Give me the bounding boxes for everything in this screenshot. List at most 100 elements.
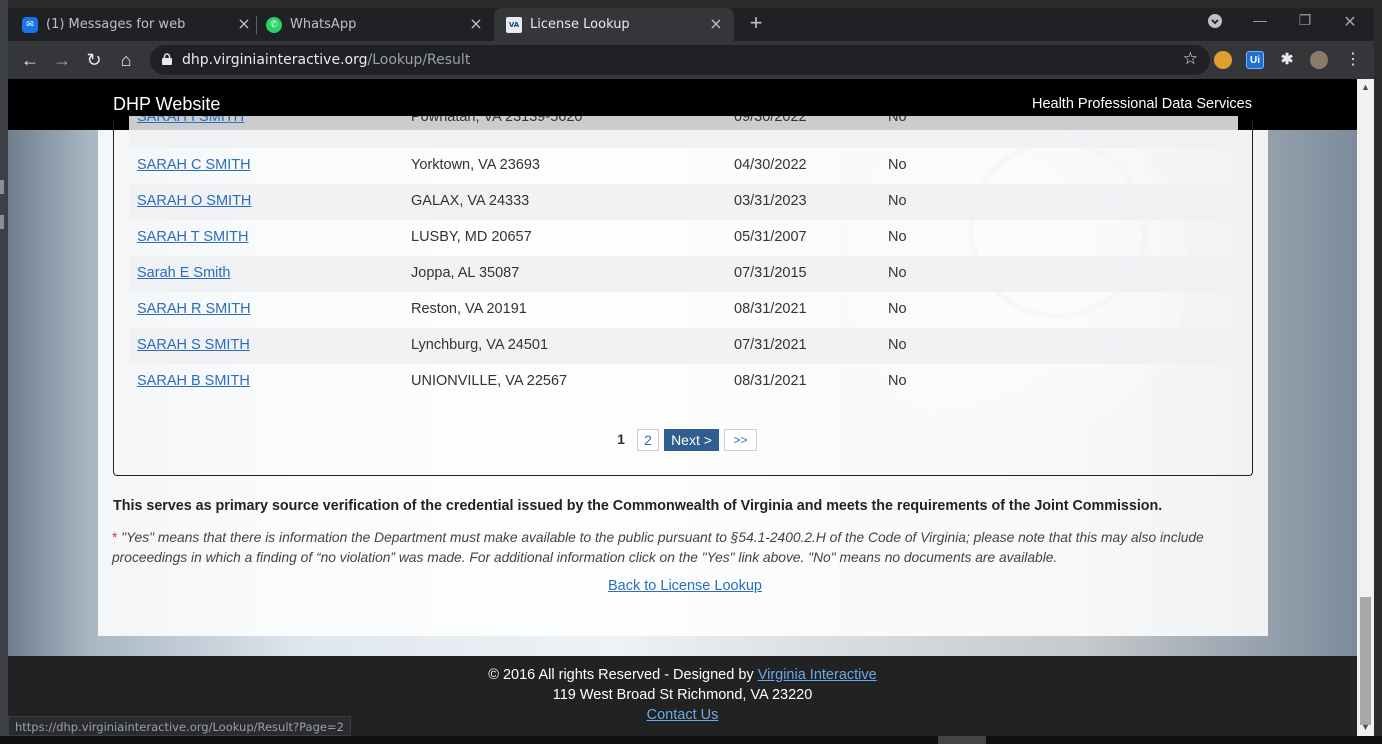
page-2-link[interactable]: 2 bbox=[637, 429, 659, 451]
address-cell: Joppa, AL 35087 bbox=[411, 265, 520, 281]
desktop-handle bbox=[0, 180, 4, 194]
new-tab-button[interactable]: + bbox=[746, 12, 766, 35]
extension-ui-icon[interactable]: Ui bbox=[1246, 51, 1264, 69]
flag-cell: No bbox=[888, 373, 907, 389]
table-row: SARAH R SMITH Reston, VA 20191 08/31/202… bbox=[129, 292, 1238, 328]
menu-dots-icon[interactable]: ⋮ bbox=[1342, 49, 1364, 71]
expiration-cell: 03/31/2023 bbox=[734, 193, 807, 209]
restore-icon[interactable]: ❐ bbox=[1293, 12, 1317, 29]
next-page-button[interactable]: Next > bbox=[664, 429, 719, 451]
tab-title: WhatsApp bbox=[290, 17, 357, 32]
table-row: SARAH C SMITH Yorktown, VA 23693 04/30/2… bbox=[129, 148, 1238, 184]
note-asterisk: * bbox=[112, 530, 118, 545]
taskbar-item[interactable] bbox=[938, 736, 986, 744]
last-page-button[interactable]: >> bbox=[724, 429, 757, 451]
designer-link[interactable]: Virginia Interactive bbox=[758, 667, 877, 683]
address-cell: Yorktown, VA 23693 bbox=[411, 157, 540, 173]
flag-cell: No bbox=[888, 337, 907, 353]
url-path: /Lookup/Result bbox=[367, 52, 471, 68]
expiration-cell: 04/30/2022 bbox=[734, 157, 807, 173]
desktop-edge bbox=[0, 0, 8, 744]
flag-cell: No bbox=[888, 301, 907, 317]
pagination: 1 2 Next > >> bbox=[114, 429, 1254, 453]
expiration-cell: 08/31/2021 bbox=[734, 373, 807, 389]
dhp-icon: VA bbox=[506, 16, 522, 33]
expiration-cell: 07/31/2015 bbox=[734, 265, 807, 281]
contact-link[interactable]: Contact Us bbox=[647, 707, 719, 723]
reload-icon[interactable]: ↻ bbox=[83, 49, 105, 71]
expiration-cell: 07/31/2021 bbox=[734, 337, 807, 353]
whatsapp-icon: ✆ bbox=[266, 16, 282, 33]
licensee-link[interactable]: SARAH S SMITH bbox=[137, 337, 250, 353]
licensee-link[interactable]: SARAH B SMITH bbox=[137, 373, 250, 389]
close-tab-icon[interactable]: × bbox=[468, 16, 484, 32]
desktop-handle bbox=[0, 215, 4, 229]
tab-title: (1) Messages for web bbox=[46, 17, 186, 32]
licensee-link[interactable]: Sarah E Smith bbox=[137, 265, 231, 281]
close-window-icon[interactable]: ✕ bbox=[1338, 12, 1362, 32]
address-cell: Reston, VA 20191 bbox=[411, 301, 527, 317]
extension-person-icon[interactable] bbox=[1214, 51, 1232, 69]
table-row: SARAH B SMITH UNIONVILLE, VA 22567 08/31… bbox=[129, 364, 1238, 400]
url-text: dhp.virginiainteractive.org/Lookup/Resul… bbox=[182, 52, 470, 68]
address-cell: Lynchburg, VA 24501 bbox=[411, 337, 549, 353]
licensee-link[interactable]: SARAH R SMITH bbox=[137, 301, 251, 317]
site-brand[interactable]: DHP Website bbox=[113, 94, 220, 115]
page-scrollbar[interactable]: ▲ ▼ bbox=[1357, 79, 1374, 736]
flag-cell: No bbox=[888, 116, 907, 125]
licensee-link[interactable]: SARAH C SMITH bbox=[137, 157, 251, 173]
profile-avatar[interactable] bbox=[1310, 51, 1328, 69]
scroll-down-icon[interactable]: ▼ bbox=[1357, 719, 1374, 736]
footer-copyright: © 2016 All rights Reserved - Designed by… bbox=[8, 667, 1357, 683]
close-tab-icon[interactable]: × bbox=[708, 16, 724, 32]
expiration-cell: 08/31/2021 bbox=[734, 301, 807, 317]
extensions-puzzle-icon[interactable]: ✱ bbox=[1278, 51, 1296, 69]
taskbar-strip bbox=[0, 736, 1382, 744]
flag-cell: No bbox=[888, 193, 907, 209]
close-tab-icon[interactable]: × bbox=[236, 16, 252, 32]
table-row: Sarah E Smith Joppa, AL 35087 07/31/2015… bbox=[129, 256, 1238, 292]
disclosure-note: * "Yes" means that there is information … bbox=[112, 528, 1242, 568]
address-cell: LUSBY, MD 20657 bbox=[411, 229, 532, 245]
home-icon[interactable]: ⌂ bbox=[115, 49, 137, 71]
licensee-link[interactable]: SARAH O SMITH bbox=[137, 193, 251, 209]
flag-cell: No bbox=[888, 229, 907, 245]
bookmark-star-icon[interactable]: ☆ bbox=[1183, 49, 1198, 69]
tab-title: License Lookup bbox=[530, 17, 630, 32]
tab-messages[interactable]: ✉ (1) Messages for web × bbox=[22, 8, 262, 41]
address-bar[interactable]: dhp.virginiainteractive.org/Lookup/Resul… bbox=[150, 45, 1210, 75]
licensee-link[interactable]: SARAH I SMITH bbox=[137, 116, 244, 125]
tab-license-lookup[interactable]: VA License Lookup × bbox=[494, 8, 734, 41]
flag-cell: No bbox=[888, 265, 907, 281]
address-cell: GALAX, VA 24333 bbox=[411, 193, 530, 209]
page-viewport: DHP Website Health Professional Data Ser… bbox=[8, 79, 1357, 736]
expiration-cell: 05/31/2007 bbox=[734, 229, 807, 245]
back-icon[interactable]: ← bbox=[19, 49, 41, 71]
url-domain: dhp.virginiainteractive.org bbox=[182, 52, 368, 68]
tab-separator bbox=[256, 16, 257, 34]
verification-statement: This serves as primary source verificati… bbox=[113, 498, 1163, 514]
table-row: SARAH S SMITH Lynchburg, VA 24501 07/31/… bbox=[129, 328, 1238, 364]
table-row: SARAH O SMITH GALAX, VA 24333 03/31/2023… bbox=[129, 184, 1238, 220]
scroll-thumb[interactable] bbox=[1360, 597, 1371, 725]
results-table: SARAH I SMITH Powhatan, VA 23139-5620 09… bbox=[113, 116, 1254, 476]
header-link[interactable]: Health Professional Data Services bbox=[1032, 96, 1252, 112]
expiration-cell: 09/30/2022 bbox=[734, 116, 807, 125]
forward-icon[interactable]: → bbox=[51, 49, 73, 71]
table-row: SARAH T SMITH LUSBY, MD 20657 05/31/2007… bbox=[129, 220, 1238, 256]
copyright-text: © 2016 All rights Reserved - Designed by bbox=[488, 667, 758, 683]
browser-tab-strip: ✉ (1) Messages for web × ✆ WhatsApp × VA… bbox=[8, 8, 1374, 41]
browser-toolbar: ← → ↻ ⌂ dhp.virginiainteractive.org/Look… bbox=[8, 41, 1374, 79]
scroll-up-icon[interactable]: ▲ bbox=[1357, 79, 1374, 96]
licensee-link[interactable]: SARAH T SMITH bbox=[137, 229, 248, 245]
note-text: "Yes" means that there is information th… bbox=[112, 530, 1204, 565]
tab-whatsapp[interactable]: ✆ WhatsApp × bbox=[266, 8, 494, 41]
flag-cell: No bbox=[888, 157, 907, 173]
tab-search-icon[interactable] bbox=[1203, 14, 1227, 31]
status-url-bar: https://dhp.virginiainteractive.org/Look… bbox=[8, 716, 351, 736]
minimize-icon[interactable]: — bbox=[1248, 12, 1272, 28]
footer-address: 119 West Broad St Richmond, VA 23220 bbox=[552, 687, 813, 703]
table-row: SARAH I SMITH Powhatan, VA 23139-5620 09… bbox=[129, 116, 1238, 148]
address-cell: Powhatan, VA 23139-5620 bbox=[411, 116, 583, 125]
back-to-lookup-link[interactable]: Back to License Lookup bbox=[608, 578, 762, 594]
